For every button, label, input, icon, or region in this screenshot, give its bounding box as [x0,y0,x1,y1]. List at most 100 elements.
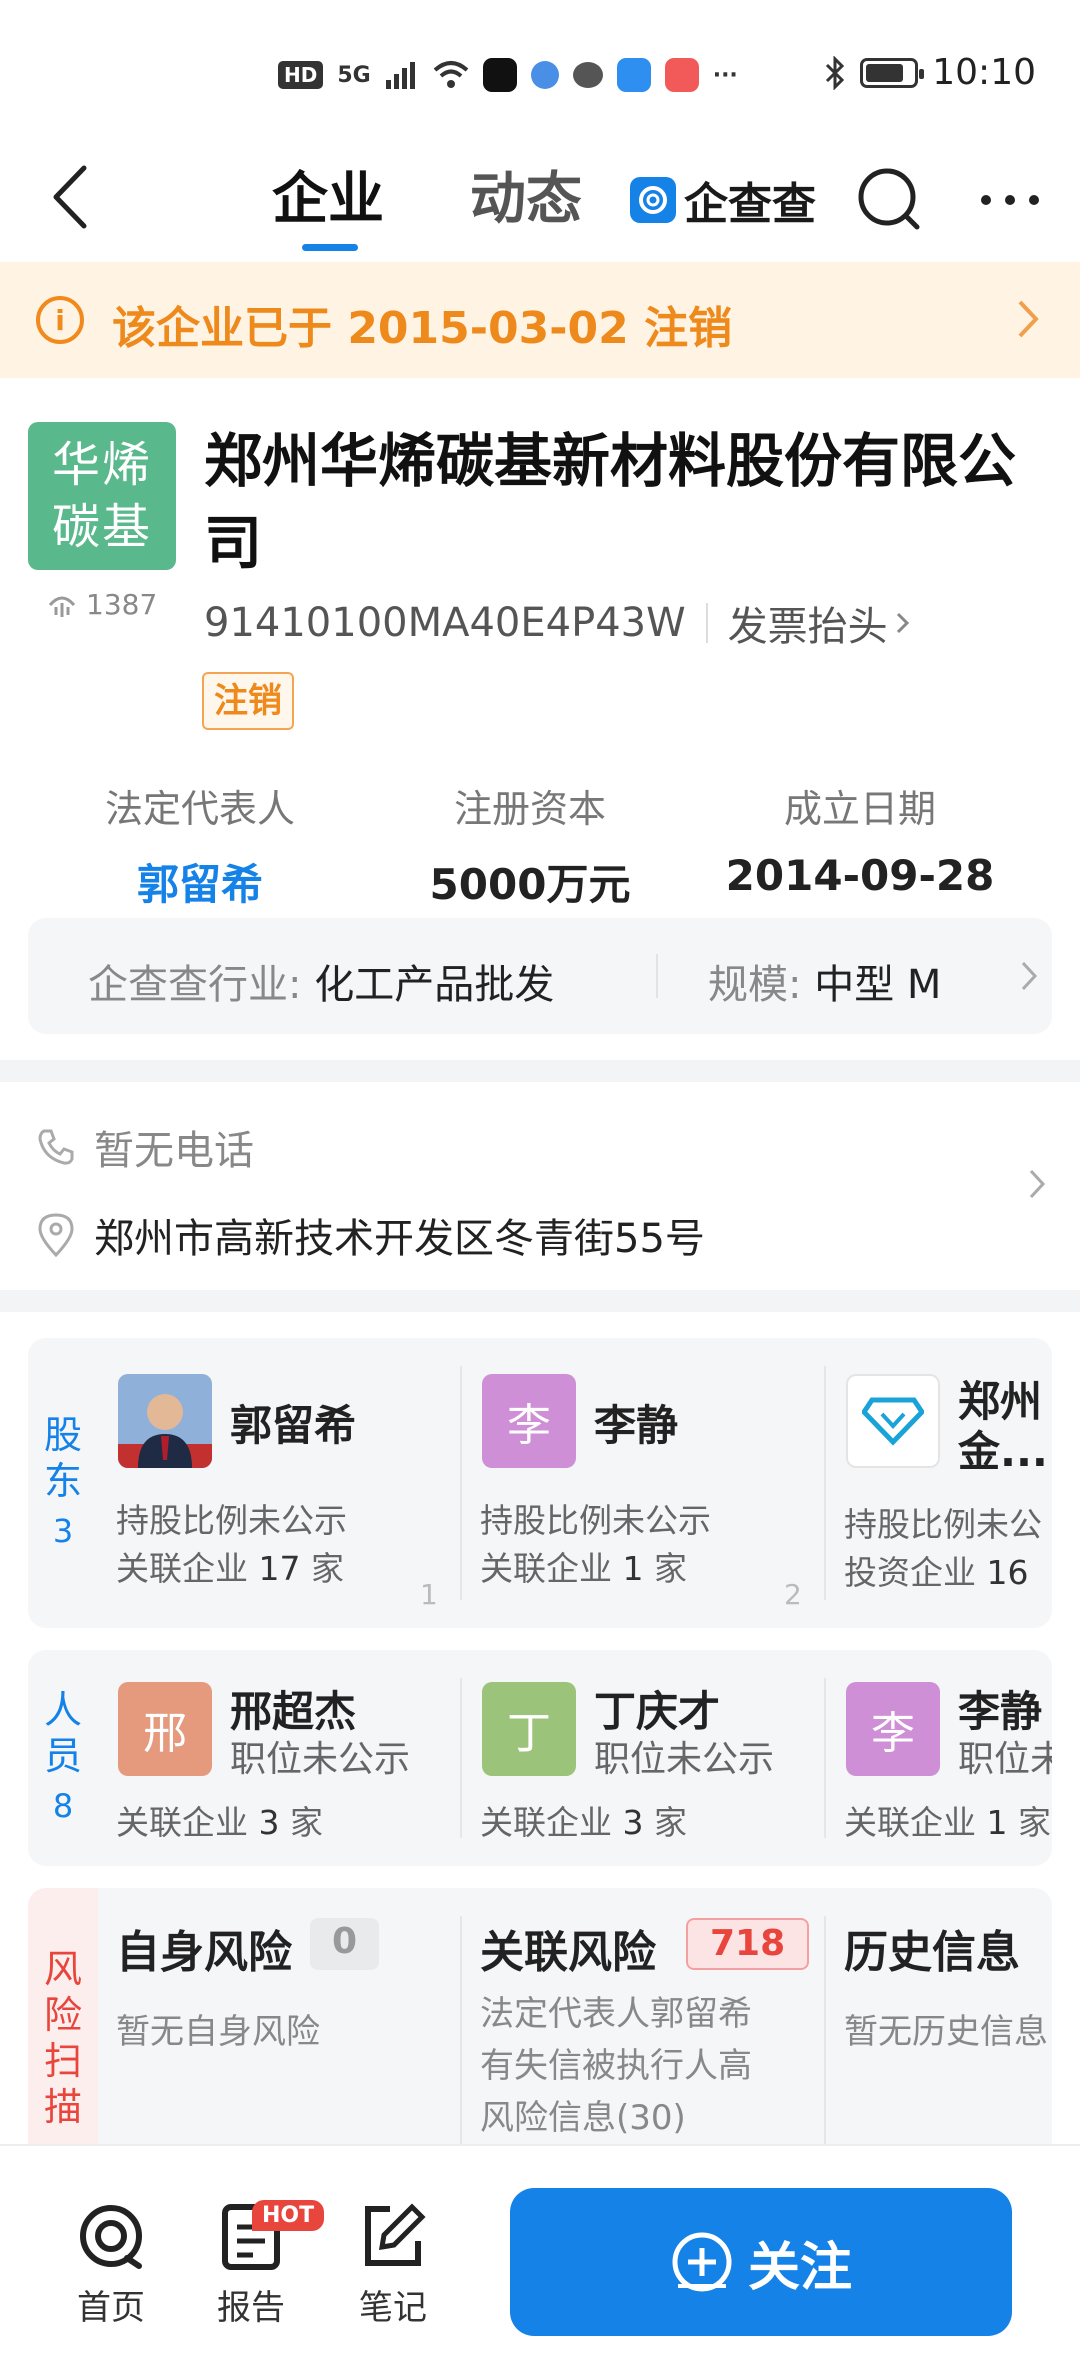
related-count: 1 [986,1803,1008,1842]
divider [705,603,708,643]
related-label: 关联企业 [116,1549,259,1588]
invest-count: 16 [986,1553,1029,1592]
redpacket-app-icon [664,58,699,92]
address-row[interactable]: 郑州市高新技术开发区冬青街55号 [36,1206,705,1264]
shareholder-item[interactable]: 李 李静 持股比例未公示 关联企业 1 家 2 [462,1338,824,1628]
tab-dynamics[interactable]: 动态 [470,150,582,250]
related-companies: 关联企业 1 家 [844,1796,1051,1844]
diamond-logo-icon [862,1397,924,1446]
industry-scale-box[interactable]: 企查查行业: 化工产品批发 规模: 中型 M [28,918,1052,1034]
legal-representative[interactable]: 法定代表人 郭留希 [40,778,360,912]
related-count: 3 [258,1803,280,1842]
company-name: 郑州华烯碳基新材料股份有限公司 [204,427,1017,577]
bottom-action-bar: 首页 报告 HOT 笔记 关注 [0,2144,1080,2376]
related-label: 关联企业 [480,1803,623,1842]
staff-count: 8 [52,1787,74,1825]
risk-scan-card[interactable]: 风 险 扫 描 自身风险 0 暂无自身风险 关联风险 718 法定代表人郭留希 … [28,1888,1052,2188]
related-count: 17 [258,1549,301,1588]
kv-value[interactable]: 郭留希 [40,851,360,912]
staff-title: 职位未公示 [594,1739,775,1780]
related-count: 1 [622,1549,644,1588]
related-label: 关联企业 [480,1549,623,1588]
staff-title: 职位未公示 [230,1739,411,1780]
staff-item[interactable]: 丁 丁庆才 职位未公示 关联企业 3 家 [462,1650,824,1866]
shareholder-count: 3 [52,1512,74,1550]
brand-name: 企查查 [684,179,816,230]
staff-item[interactable]: 李 李静 职位未 关联企业 1 家 [826,1650,1052,1866]
phone-row[interactable]: 暂无电话 [36,1118,254,1176]
tiktok-app-icon [482,58,517,92]
staff-title: 职位未 [958,1739,1052,1780]
location-pin-icon [38,1213,74,1258]
staff-card[interactable]: 人 员 8 邢 邢超杰 职位未公示 关联企业 3 家 丁 丁庆才 职位未公示 关… [28,1650,1052,1866]
shareholder-item[interactable]: 郑州 金... 持股比例未公 投资企业 16 [826,1338,1052,1628]
notice-text: 该企业已于 2015-03-02 注销 [112,303,733,354]
avatar: 邢 [118,1682,212,1776]
logo-text-line2: 碳基 [51,499,152,555]
network-label: 5G [337,62,371,88]
shareholding-ratio: 持股比例未公示 [480,1501,711,1540]
risk-count-badge: 718 [686,1918,810,1970]
history-info-item[interactable]: 历史信息 暂无历史信息 [826,1888,1052,2188]
signal-icon [385,62,415,89]
shareholder-name-cont: 金... [958,1427,1048,1476]
avatar [118,1374,212,1468]
related-companies: 关联企业 1 家 [480,1542,687,1590]
qichacha-logo-icon [630,177,676,223]
related-unit: 家 [643,1549,687,1588]
scale-value: 中型 M [814,962,942,1008]
section-divider [0,1060,1080,1082]
related-companies: 关联企业 3 家 [116,1796,323,1844]
related-label: 关联企业 [116,1803,259,1842]
self-risk-item[interactable]: 自身风险 0 暂无自身风险 [98,1888,460,2188]
shareholding-ratio: 持股比例未公 [844,1505,1042,1544]
tab-enterprise[interactable]: 企业 [272,150,384,250]
bluetooth-icon [826,55,845,90]
related-label: 关联企业 [844,1803,987,1842]
follow-label: 关注 [747,2237,852,2298]
search-button[interactable] [850,160,930,240]
avatar: 丁 [482,1682,576,1776]
note-icon [338,2198,448,2274]
brand-logo: 企查查 [630,165,816,235]
shareholders-card[interactable]: 股 东 3 郭留希 持股比例未公示 关联企业 17 家 1 李 李静 持股比例未… [28,1338,1052,1628]
company-logo: 华烯 碳基 [28,422,176,570]
credit-code[interactable]: 91410100MA40E4P43W [204,600,686,646]
related-unit: 家 [643,1803,687,1842]
risk-desc-line2: 有失信被执行人高 [480,2046,752,2086]
back-button[interactable] [50,152,120,242]
view-count: 1387 [46,588,157,621]
risk-desc: 暂无历史信息 [844,2012,1048,2052]
more-menu-button[interactable] [970,160,1050,240]
side-char: 股 [43,1413,82,1457]
side-char: 风 [43,1947,82,1991]
related-risk-item[interactable]: 关联风险 718 法定代表人郭留希 有失信被执行人高 风险信息(30) [462,1888,824,2188]
invested-companies: 投资企业 16 [844,1546,1029,1594]
nav-label: 笔记 [359,2288,427,2328]
kv-label: 成立日期 [783,787,936,831]
credit-code-row: 91410100MA40E4P43W 发票抬头 [204,594,910,652]
follow-button[interactable]: 关注 [510,2188,1012,2336]
section-divider [0,1290,1080,1312]
avatar: 李 [846,1682,940,1776]
side-char: 描 [43,2085,82,2129]
nav-home[interactable]: 首页 [56,2198,166,2329]
side-char: 员 [43,1734,82,1778]
side-char: 扫 [43,2039,82,2083]
item-index: 1 [420,1578,438,1611]
kv-value: 5000万元 [429,860,631,909]
cancellation-notice[interactable]: i 该企业已于 2015-03-02 注销 [0,262,1080,378]
shareholder-name: 李静 [594,1401,679,1450]
related-unit: 家 [300,1549,344,1588]
invoice-title-link[interactable]: 发票抬头 [728,594,910,652]
address-text: 郑州市高新技术开发区冬青街55号 [94,1216,705,1262]
kv-label: 法定代表人 [104,787,295,831]
status-right: 10:10 [824,52,1036,93]
add-circle-icon [672,2232,732,2292]
staff-item[interactable]: 邢 邢超杰 职位未公示 关联企业 3 家 [98,1650,460,1866]
chat-app-icon [572,62,603,88]
invest-label: 投资企业 [844,1553,987,1592]
shareholder-item[interactable]: 郭留希 持股比例未公示 关联企业 17 家 1 [98,1338,460,1628]
nav-notes[interactable]: 笔记 [338,2198,448,2329]
side-char: 险 [43,1993,82,2037]
